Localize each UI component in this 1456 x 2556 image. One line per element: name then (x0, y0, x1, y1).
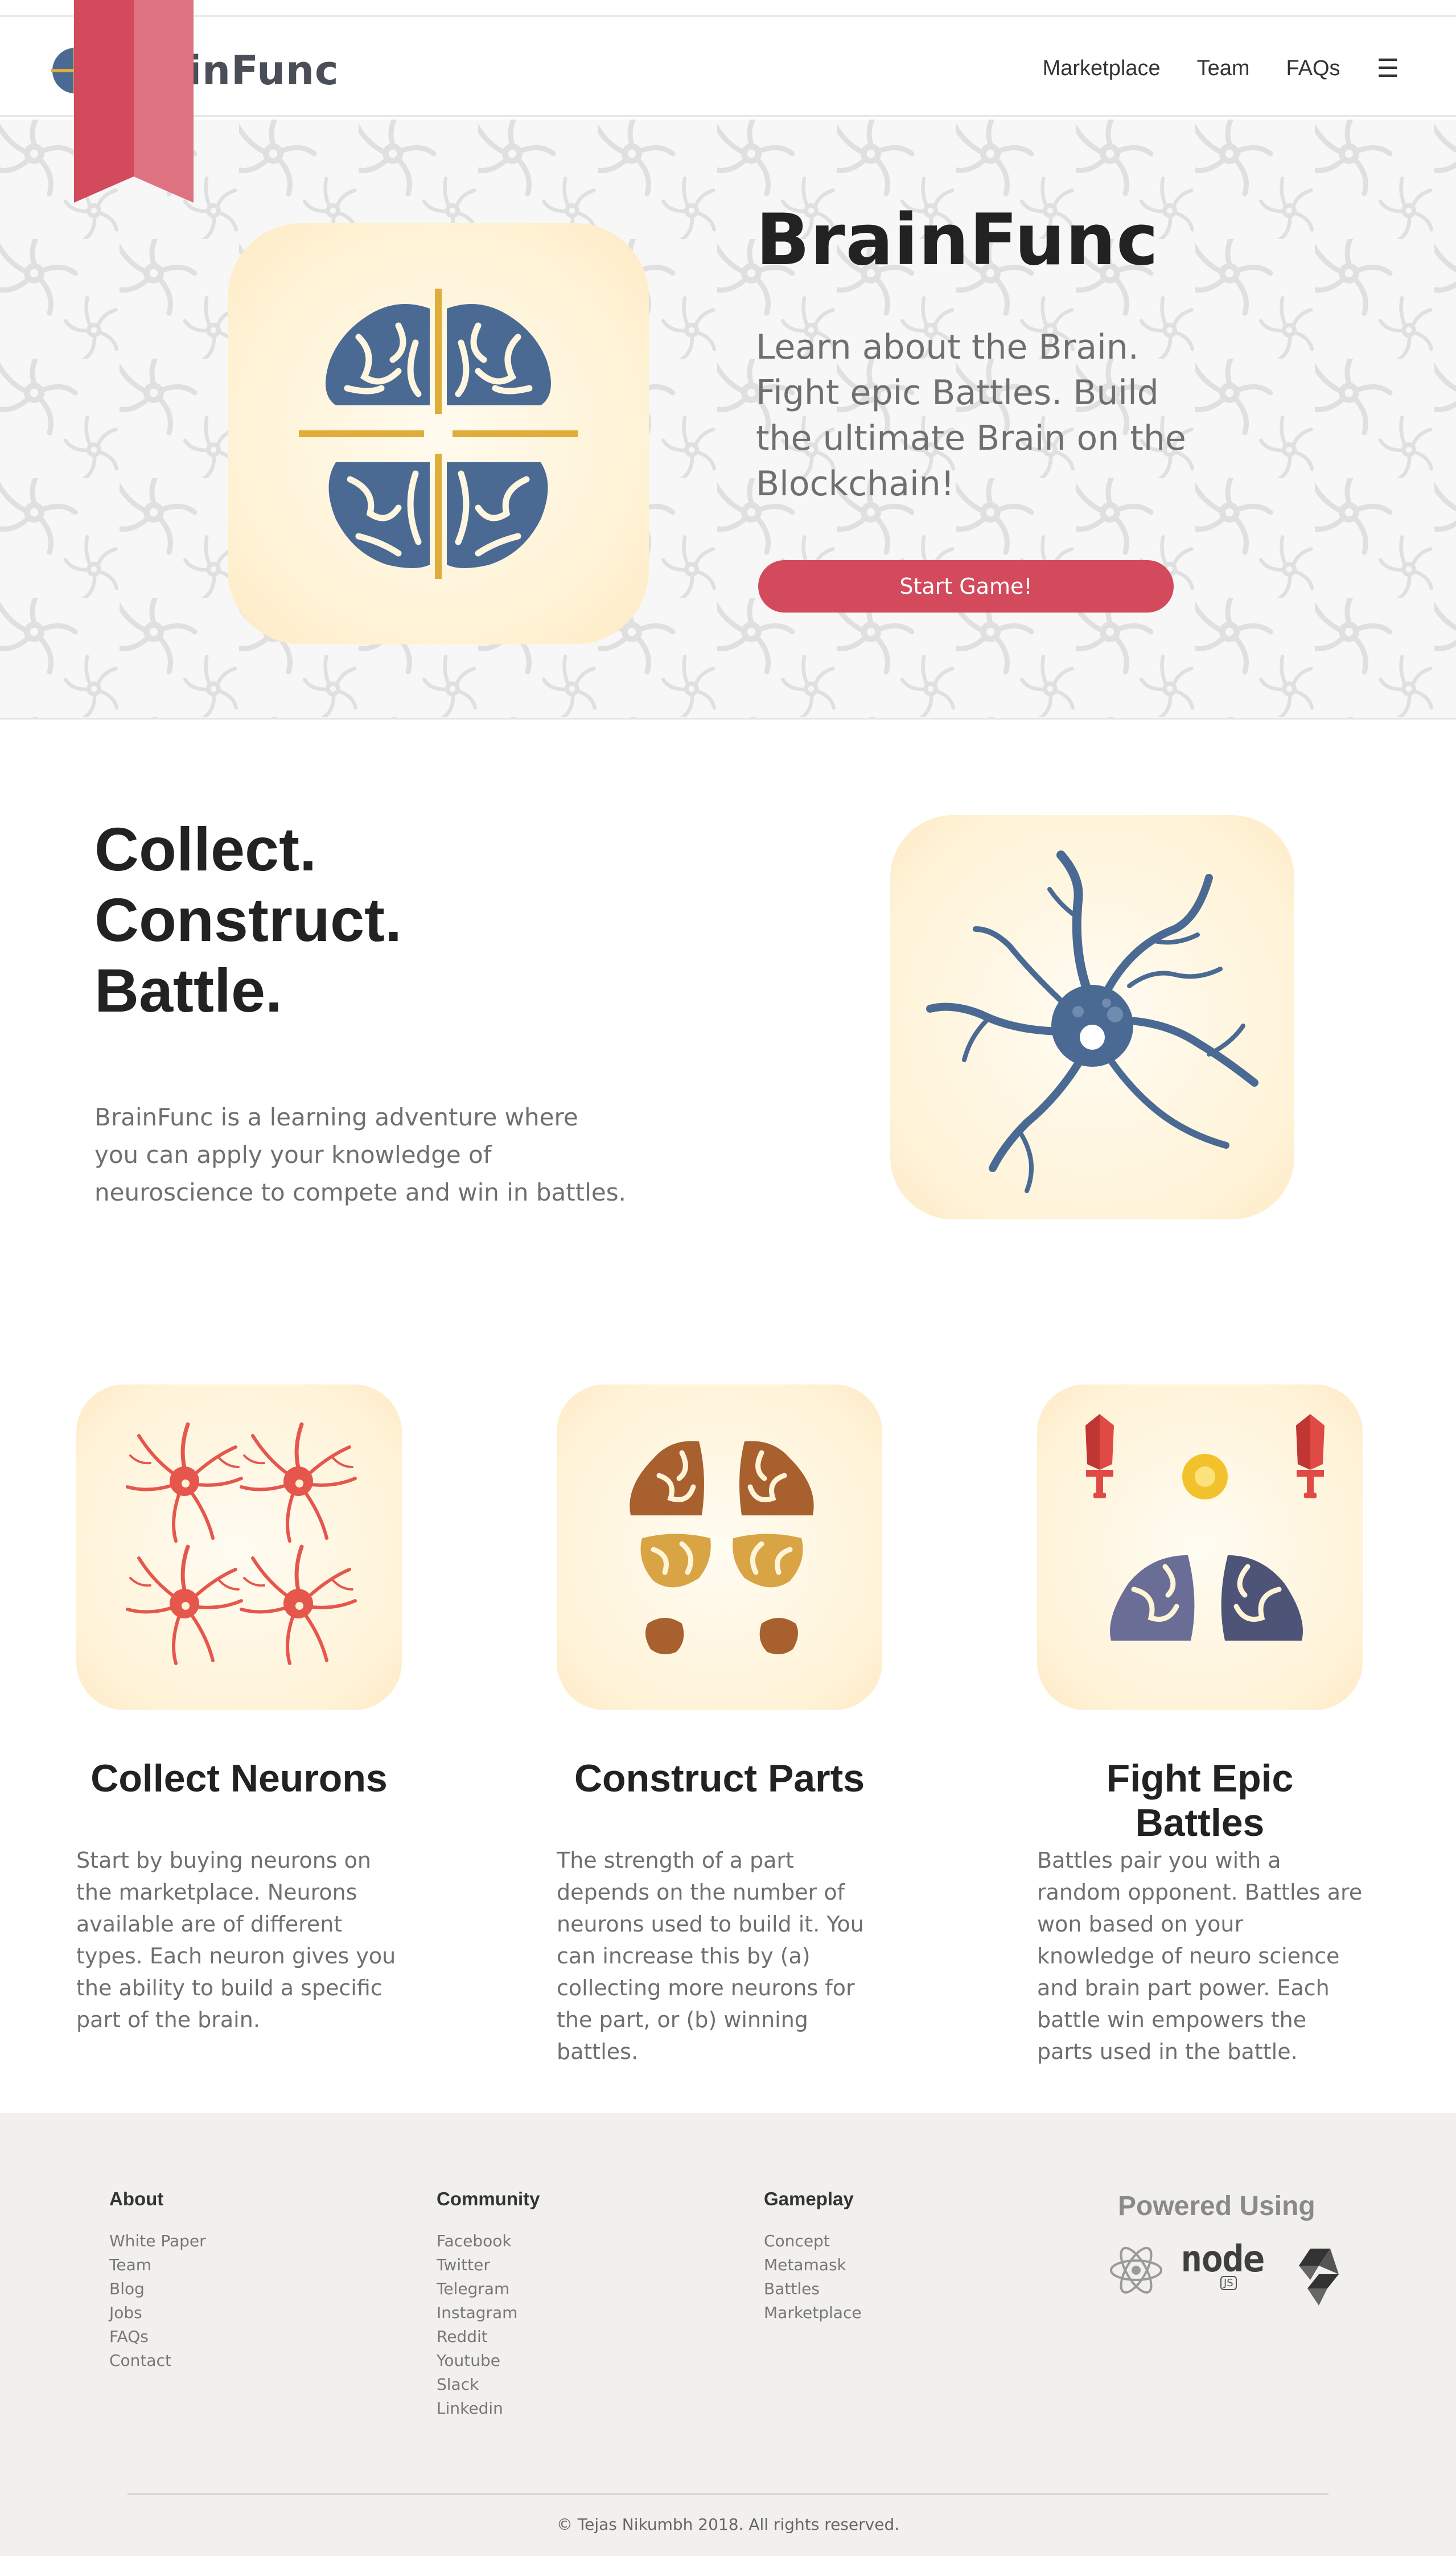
footer-column-about: About White Paper Team Blog Jobs FAQs Co… (109, 2188, 206, 2373)
footer-column-gameplay: Gameplay Concept Metamask Battles Market… (764, 2188, 862, 2325)
nav-faqs[interactable]: FAQs (1286, 56, 1340, 81)
brain-quadrants-icon (299, 289, 578, 579)
hero-brain-tile (228, 223, 649, 644)
footer-link[interactable]: Metamask (764, 2253, 862, 2277)
footer-link[interactable]: Telegram (437, 2277, 540, 2301)
node-icon: node JS (1181, 2238, 1277, 2301)
feature-title: Collect Neurons (91, 1757, 388, 1800)
feature-tile-parts (557, 1384, 882, 1710)
intro-description: BrainFunc is a learning adventure where … (94, 1103, 626, 1206)
footer-link[interactable]: Twitter (437, 2253, 540, 2277)
node-label: node (1181, 2238, 1265, 2280)
footer-link[interactable]: Youtube (437, 2349, 540, 2373)
copyright-text: © Tejas Nikumbh 2018. All rights reserve… (556, 2515, 900, 2534)
top-bar (0, 0, 1456, 17)
footer-link[interactable]: Facebook (437, 2229, 540, 2253)
node-js-badge: JS (1220, 2276, 1237, 2290)
footer-link[interactable]: Concept (764, 2229, 862, 2253)
intro-heading-line: Battle. (94, 956, 283, 1025)
neuron-pattern-background (0, 120, 1456, 718)
footer-column-community: Community Facebook Twitter Telegram Inst… (437, 2188, 540, 2421)
nav-marketplace[interactable]: Marketplace (1043, 56, 1161, 81)
footer-link[interactable]: Jobs (109, 2301, 206, 2325)
battle-icon (1085, 1414, 1325, 1641)
footer-divider (127, 2493, 1329, 2495)
intro-heading: Collect. Construct. Battle. (94, 814, 402, 1026)
main-nav: Marketplace Team FAQs ☰ (1043, 19, 1399, 117)
feature-description: The strength of a part depends on the nu… (557, 1848, 864, 2064)
footer-link[interactable]: Slack (437, 2373, 540, 2397)
sword-icon (1296, 1414, 1325, 1498)
footer-link[interactable]: FAQs (109, 2325, 206, 2349)
nav-team[interactable]: Team (1197, 56, 1250, 81)
footer-column-title: Gameplay (764, 2188, 854, 2209)
red-neurons-icon (76, 1384, 402, 1710)
hero-subtitle: Learn about the Brain. Fight epic Battle… (756, 327, 1186, 504)
neuron-icon (926, 850, 1258, 1193)
footer-link[interactable]: Marketplace (764, 2301, 862, 2325)
feature-title: Construct Parts (574, 1757, 865, 1800)
footer-link[interactable]: Team (109, 2253, 206, 2277)
bookmark-ribbon-icon (74, 0, 194, 203)
hamburger-icon[interactable]: ☰ (1377, 54, 1399, 83)
footer-link[interactable]: Battles (764, 2277, 862, 2301)
footer-link[interactable]: Reddit (437, 2325, 540, 2349)
feature-description: Start by buying neurons on the marketpla… (76, 1848, 396, 2032)
footer-link[interactable]: Blog (109, 2277, 206, 2301)
site-header: BrainFunc Marketplace Team FAQs ☰ (0, 19, 1456, 117)
intro-heading-line: Collect. (94, 815, 317, 883)
footer-column-title: About (109, 2188, 164, 2209)
sword-icon (1085, 1414, 1114, 1498)
brain-parts-icon (630, 1441, 814, 1654)
powered-using-title: Powered Using (1118, 2191, 1315, 2221)
feature-tile-battles (1037, 1384, 1363, 1710)
feature-description: Battles pair you with a random opponent.… (1037, 1848, 1363, 2064)
hero-section: BrainFunc Learn about the Brain. Fight e… (0, 120, 1456, 720)
hero-title: BrainFunc (756, 199, 1159, 281)
solidity-icon (1299, 2249, 1339, 2306)
intro-heading-line: Construct. (94, 885, 402, 954)
neuron-tile (890, 815, 1294, 1219)
react-icon (1110, 2246, 1162, 2294)
site-footer: About White Paper Team Blog Jobs FAQs Co… (0, 2113, 1456, 2556)
footer-column-title: Community (437, 2188, 540, 2209)
footer-link[interactable]: Linkedin (437, 2397, 540, 2421)
footer-link[interactable]: Instagram (437, 2301, 540, 2325)
feature-tile-neurons (76, 1384, 402, 1710)
footer-link[interactable]: Contact (109, 2349, 206, 2373)
start-game-button[interactable]: Start Game! (758, 560, 1174, 613)
feature-title: Fight Epic Battles (1106, 1757, 1294, 1844)
footer-link[interactable]: White Paper (109, 2229, 206, 2253)
